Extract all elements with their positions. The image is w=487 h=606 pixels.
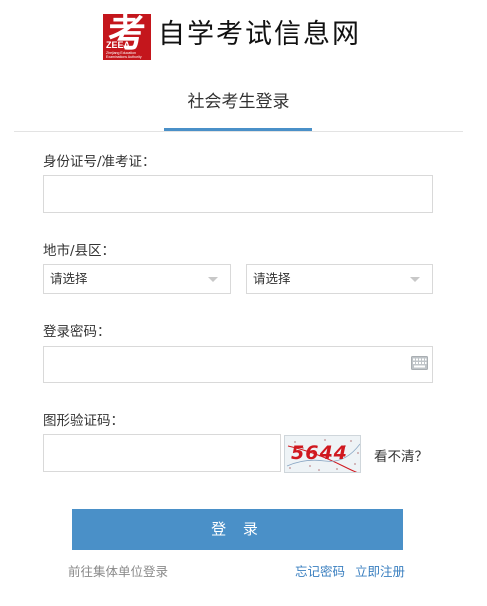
captcha-label: 图形验证码：	[43, 413, 124, 429]
county-select-value: 请选择	[253, 271, 291, 286]
password-field[interactable]	[43, 346, 433, 383]
zeea-logo: 考 ZEEA Zhejiang Education Examinations A…	[103, 14, 151, 60]
group-login-link[interactable]: 前往集体单位登录	[68, 561, 168, 580]
city-select-value: 请选择	[50, 271, 88, 286]
site-title: 自学考试信息网	[158, 19, 361, 50]
id-number-label: 身份证号/准考证：	[43, 154, 156, 170]
login-button[interactable]: 登 录	[72, 509, 403, 550]
city-select[interactable]: 请选择	[43, 264, 231, 294]
captcha-code: 5644	[291, 442, 348, 464]
register-link[interactable]: 立即注册	[355, 561, 405, 580]
county-select[interactable]: 请选择	[246, 264, 433, 294]
region-label: 地市/县区：	[43, 243, 116, 259]
logo-subtitle-2: Examinations Authority	[106, 55, 142, 59]
refresh-captcha-link[interactable]: 看不清？	[374, 445, 428, 465]
captcha-input[interactable]	[43, 434, 281, 472]
password-label: 登录密码：	[43, 324, 111, 340]
tab-divider	[14, 131, 463, 132]
tab-social-candidate-login[interactable]: 社会考生登录	[0, 90, 477, 114]
keyboard-icon[interactable]	[411, 356, 428, 370]
forgot-password-link[interactable]: 忘记密码	[295, 561, 345, 580]
chevron-down-icon	[410, 277, 420, 282]
logo-abbreviation: ZEEA	[106, 40, 131, 50]
chevron-down-icon	[208, 277, 218, 282]
password-input[interactable]	[52, 347, 406, 382]
id-number-input[interactable]	[43, 175, 433, 213]
captcha-image[interactable]: 5644	[284, 435, 361, 473]
